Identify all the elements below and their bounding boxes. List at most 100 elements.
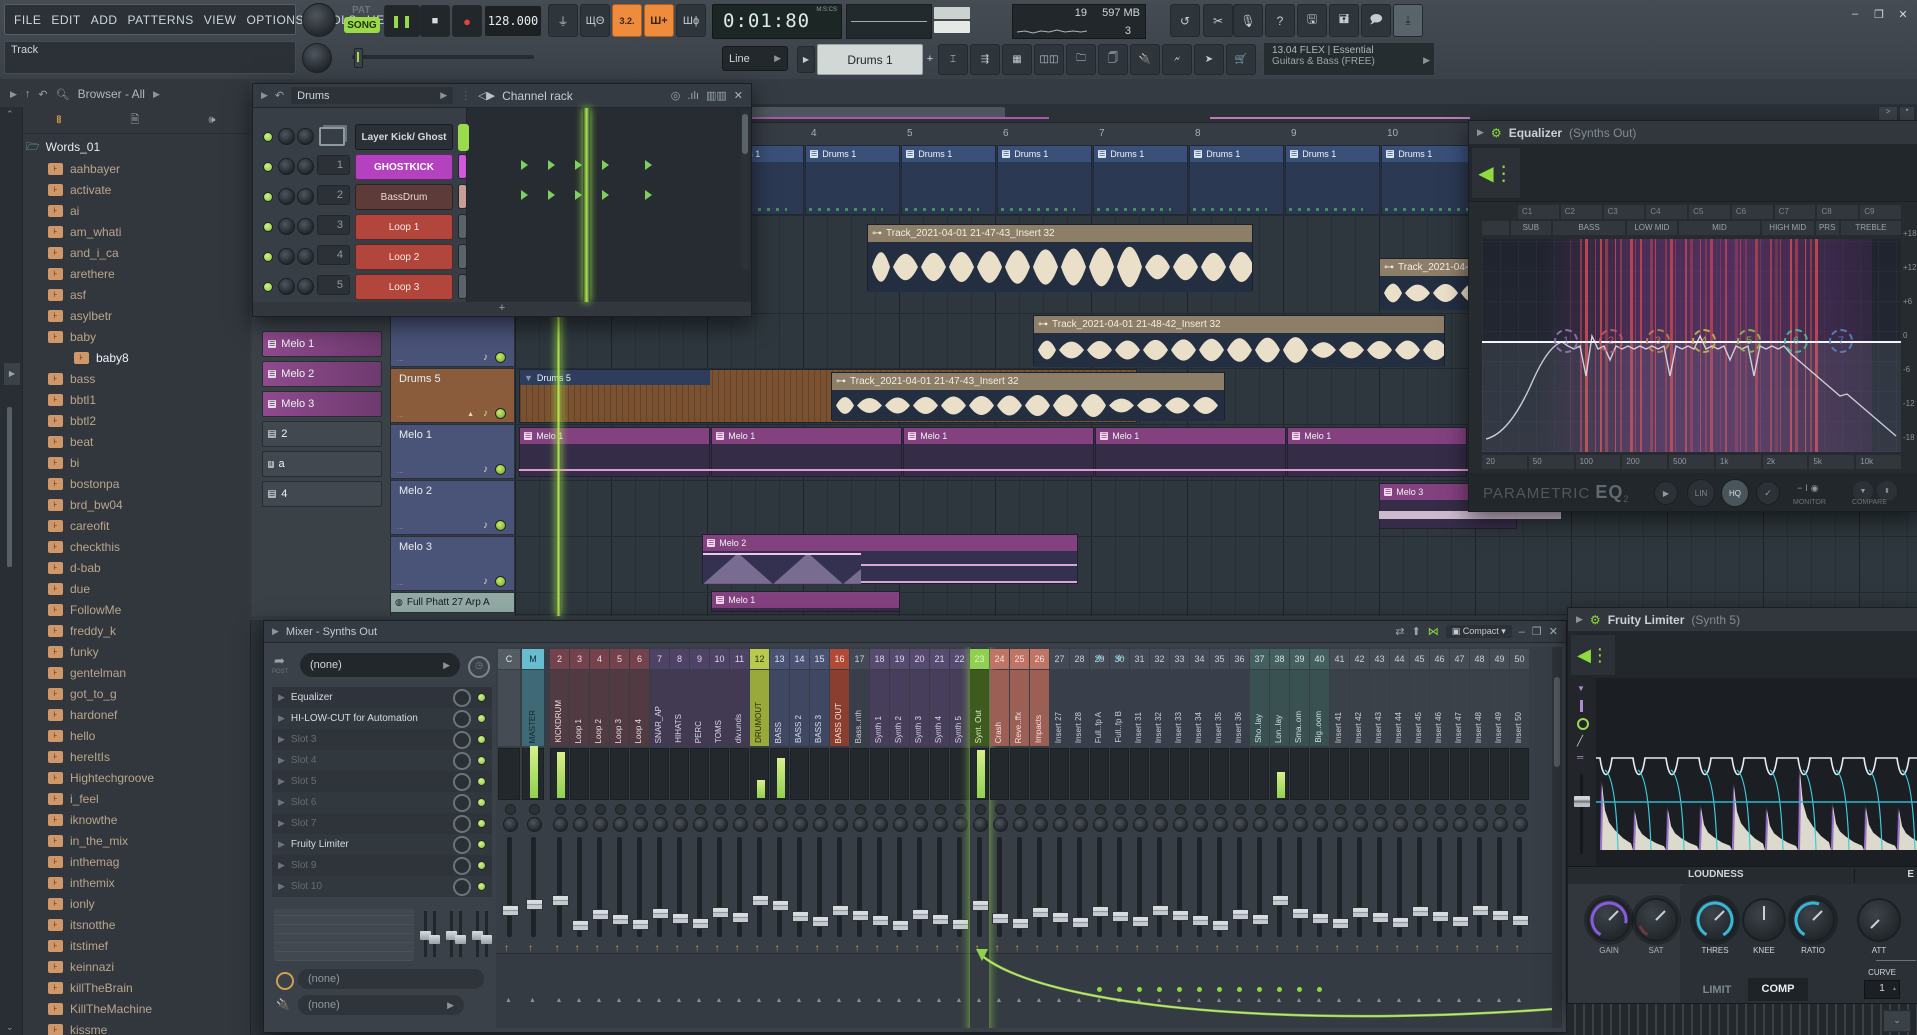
loop-record-icon[interactable]: Шϕ [676, 4, 706, 37]
eq-band-name[interactable]: HIGH MID [1762, 221, 1814, 235]
browser-item[interactable]: ⊦ killTheBrain [22, 978, 250, 998]
strip-fader-cap[interactable] [872, 915, 889, 926]
channel-rack-titlebar[interactable]: ▶ ↶ Drums ▶ ⋮ ◁▶ Channel rack ◎ .ılı ▥▥ ✕ [253, 84, 751, 108]
strip-route-arrow-icon[interactable]: ↑ [735, 943, 740, 954]
strip-name-area[interactable]: BASS [770, 670, 789, 746]
mixer-strip[interactable]: 17 Bass..nth ↑ ▲ [850, 647, 869, 1028]
strip-led[interactable] [775, 804, 786, 815]
strip-pan-knob[interactable] [1433, 817, 1448, 832]
eq-play-button[interactable]: ▶ [1654, 481, 1678, 505]
multilink-icon[interactable]: ⇶ [970, 44, 1000, 75]
fx-mix-knob[interactable] [453, 814, 471, 833]
browser-collapse-icon[interactable]: ▶ [10, 89, 17, 100]
strip-pan-knob[interactable] [1053, 817, 1068, 832]
browser-folder[interactable]: 🗁 Words_01 [26, 137, 100, 157]
strip-dock-triangle-icon[interactable]: ▲ [1016, 997, 1023, 1004]
strip-dock-triangle-icon[interactable]: ▲ [956, 997, 963, 1004]
strip-route-arrow-icon[interactable]: ↑ [1395, 943, 1400, 954]
strip-pan-knob[interactable] [953, 817, 968, 832]
pattern-clip-drums1[interactable]: ☰Drums 1 [901, 145, 996, 215]
strip-name-area[interactable]: Full..fp B [1110, 670, 1129, 746]
strip-dock-triangle-icon[interactable]: ▲ [816, 997, 823, 1004]
fx-slot[interactable]: ▶ Fruity Limiter [272, 834, 492, 855]
mixer-strip[interactable]: 40 Big..oom ↑ ▲ [1310, 647, 1329, 1028]
browser-item[interactable]: ⊦ funky [22, 642, 250, 662]
channel-target-pill[interactable] [458, 124, 469, 151]
note-icon[interactable]: ♪ [483, 520, 488, 531]
strip-fader-cap[interactable] [652, 908, 669, 919]
strip-route-arrow-icon[interactable]: ↑ [1495, 943, 1500, 954]
step-arrow-icon[interactable] [602, 190, 609, 200]
browser-item[interactable]: ⊦ beat [22, 432, 250, 452]
browser-item[interactable]: ⊦ d-bab [22, 558, 250, 578]
browser-scrollbar[interactable]: ⌃ ▶ ⌄ [0, 107, 23, 1035]
strip-led[interactable] [935, 804, 946, 815]
strip-fader-cap[interactable] [1432, 911, 1449, 922]
eq-band-cell[interactable]: C6 [1731, 205, 1773, 219]
browser-item[interactable]: ⊦ aahbayer [22, 159, 250, 179]
clip-header[interactable]: ☰ Melo 1 [1096, 428, 1285, 444]
clip-header[interactable]: ☰Drums 1 [1190, 146, 1283, 162]
strip-name-area[interactable]: KICKDRUM [550, 670, 569, 746]
oscilloscope[interactable] [846, 4, 932, 39]
rack-pattern-selector[interactable]: Drums ▶ [291, 87, 454, 104]
mixer-strip[interactable]: 21 Synth 4 ↑ ▲ [930, 647, 949, 1028]
clip-header[interactable]: ☰ Melo 2 [703, 535, 1077, 551]
strip-pan-knob[interactable] [1233, 817, 1248, 832]
strip-name-area[interactable]: Insert 32 [1150, 670, 1169, 746]
restore-button[interactable]: ❐ [1869, 8, 1889, 26]
mixer-strip[interactable]: 19 Synth 2 ↑ ▲ [890, 647, 909, 1028]
strip-pan-knob[interactable] [1333, 817, 1348, 832]
strip-fader-track[interactable] [530, 837, 536, 937]
fx-eq-slider-pair[interactable] [446, 909, 466, 961]
strip-name-area[interactable]: BASS 3 [810, 670, 829, 746]
fx-slot[interactable]: ▶ Slot 7 [272, 813, 492, 834]
strip-dock-triangle-icon[interactable]: ▲ [1336, 997, 1343, 1004]
strip-number[interactable]: 49 [1490, 649, 1509, 669]
strip-route-arrow-icon[interactable]: ↑ [595, 943, 600, 954]
browser-item[interactable]: ⊦ bi [22, 453, 250, 473]
strip-pan-knob[interactable] [553, 817, 568, 832]
limiter-display[interactable] [1596, 678, 1917, 866]
strip-dock-triangle-icon[interactable]: ▲ [529, 997, 536, 1004]
strip-route-arrow-icon[interactable]: ↑ [1455, 943, 1460, 954]
strip-name-area[interactable]: Lon..lay [1270, 670, 1289, 746]
browser-item[interactable]: ⊦ itsnotthe [22, 915, 250, 935]
strip-led[interactable] [1055, 804, 1066, 815]
strip-led[interactable] [915, 804, 926, 815]
strip-led[interactable] [695, 804, 706, 815]
step-arrow-icon[interactable] [521, 160, 528, 170]
channel-button[interactable]: Layer Kick/ Ghost [355, 124, 453, 150]
limit-tab[interactable]: LIMIT [1690, 980, 1744, 1000]
strip-dock-triangle-icon[interactable]: ▲ [1436, 997, 1443, 1004]
strip-fader-cap[interactable] [1512, 915, 1529, 926]
strip-pan-knob[interactable] [873, 817, 888, 832]
strip-pan-knob[interactable] [1353, 817, 1368, 832]
strip-route-arrow-icon[interactable]: ↑ [655, 943, 660, 954]
strip-route-arrow-icon[interactable]: ↑ [855, 943, 860, 954]
strip-dock-triangle-icon[interactable]: ▲ [876, 997, 883, 1004]
step-arrow-icon[interactable] [645, 190, 652, 200]
browser-item[interactable]: ⊦ hardonef [22, 705, 250, 725]
strip-number[interactable]: 9 [690, 649, 709, 669]
pattern-add-button[interactable]: + [923, 48, 937, 69]
strip-led[interactable] [615, 804, 626, 815]
menu-view[interactable]: VIEW [204, 13, 237, 27]
strip-number[interactable]: 22 [950, 649, 969, 669]
strip-route-arrow-icon[interactable]: ↑ [1415, 943, 1420, 954]
eq-band-handle[interactable]: 2 [1599, 329, 1623, 353]
fx-slot[interactable]: ▶ Slot 5 [272, 771, 492, 792]
eq-band-name[interactable]: MID [1678, 221, 1760, 235]
fx-slot-name[interactable]: Slot 6 [291, 797, 447, 808]
mixer-strip[interactable]: 5 Loop 3 ↑ ▲ [610, 647, 629, 1028]
eq-monitor-icons[interactable]: −I◉ [1797, 483, 1822, 494]
strip-pan-knob[interactable] [853, 817, 868, 832]
strip-number[interactable]: 27 [1050, 649, 1069, 669]
strip-fader-cap[interactable] [892, 920, 909, 931]
mixer-strip[interactable]: 14 BASS 2 ↑ ▲ [790, 647, 809, 1028]
strip-led[interactable] [1395, 804, 1406, 815]
limiter-knob-thres[interactable] [1693, 898, 1737, 942]
strip-led[interactable] [1235, 804, 1246, 815]
fx-slot[interactable]: ▶ Slot 9 [272, 855, 492, 876]
fx-slot-name[interactable]: Fruity Limiter [291, 839, 447, 850]
